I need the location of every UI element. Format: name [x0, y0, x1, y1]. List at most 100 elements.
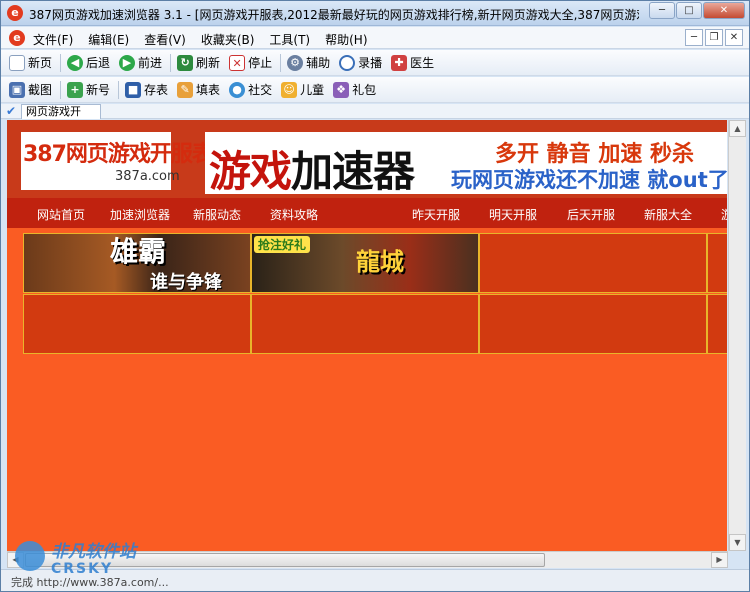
- toolbar-separator: [60, 80, 62, 99]
- title-bar[interactable]: e 387网页游戏加速浏览器 3.1 - [网页游戏开服表,2012最新最好玩的…: [1, 1, 749, 26]
- save-icon: ■: [125, 81, 142, 98]
- banner-headline-a: 游戏: [209, 147, 292, 196]
- children-button[interactable]: ☺ 儿童: [279, 81, 326, 98]
- new-page-label: 新页: [28, 56, 53, 70]
- game-slot-empty[interactable]: [707, 233, 727, 293]
- menu-edit[interactable]: 编辑(E): [88, 31, 129, 48]
- close-button[interactable]: ✕: [703, 2, 745, 19]
- menu-favorites[interactable]: 收藏夹(B): [201, 31, 255, 48]
- stop-button[interactable]: ✕ 停止: [227, 54, 274, 71]
- new-account-label: 新号: [86, 83, 111, 97]
- scroll-right-arrow-icon[interactable]: ▶: [711, 552, 728, 568]
- watermark: 非凡软件站 CRSKY: [7, 535, 157, 591]
- back-arrow-icon: ◀: [67, 54, 84, 71]
- accelerator-banner[interactable]: 游戏加速器 多开 静音 加速 秒杀 玩网页游戏还不加速 就out了: [205, 132, 727, 196]
- tools-toolbar: ▣ 截图 + 新号 ■ 存表 ✎ 填表 ● 社交 ☺ 儿童 ❖ 礼包: [1, 77, 749, 103]
- nav-new-servers[interactable]: 新服动态: [193, 206, 241, 223]
- menu-view[interactable]: 查看(V): [144, 31, 186, 48]
- toolbar-separator: [60, 53, 62, 72]
- refresh-icon: ↻: [177, 54, 194, 71]
- game-slot-empty[interactable]: [479, 233, 707, 293]
- fill-form-button[interactable]: ✎ 填表: [175, 81, 222, 98]
- tab-strip: ✔ 网页游戏开: [1, 104, 749, 119]
- logo-domain: 387a.com: [115, 169, 180, 184]
- nav-accelerator-browser[interactable]: 加速浏览器: [110, 206, 170, 223]
- page-viewport: 387网页游戏开服表 387a.com 游戏加速器 多开 静音 加速 秒杀 玩网…: [7, 120, 727, 551]
- menu-app-icon[interactable]: e: [9, 30, 25, 46]
- nav-day-after[interactable]: 后天开服: [567, 206, 615, 223]
- minimize-button[interactable]: ─: [649, 2, 675, 19]
- stop-label: 停止: [248, 56, 273, 70]
- banner-headline: 游戏加速器: [209, 138, 415, 199]
- gift-icon: ❖: [333, 81, 350, 98]
- banner-headline-b: 加速器: [291, 147, 415, 196]
- nav-tomorrow[interactable]: 明天开服: [489, 206, 537, 223]
- banner-slogan: 玩网页游戏还不加速 就out了: [451, 168, 727, 192]
- game-ad-xiongba[interactable]: 雄霸 谁与争锋: [23, 233, 251, 293]
- forward-arrow-icon: ▶: [119, 54, 136, 71]
- browser-window: e 387网页游戏加速浏览器 3.1 - [网页游戏开服表,2012最新最好玩的…: [0, 0, 750, 592]
- back-button[interactable]: ◀ 后退: [65, 54, 112, 71]
- game-ad-longcheng[interactable]: 抢注好礼 龍城: [251, 233, 479, 293]
- window-controls: ─ □ ✕: [648, 2, 745, 19]
- menu-tools[interactable]: 工具(T): [269, 31, 310, 48]
- new-account-button[interactable]: + 新号: [65, 81, 112, 98]
- game-subtitle: 谁与争锋: [150, 272, 222, 293]
- toolbar-separator: [280, 53, 282, 72]
- logo-title: 387网页游戏开服表: [23, 142, 214, 167]
- game-badge: 抢注好礼: [254, 236, 311, 253]
- gift-button[interactable]: ❖ 礼包: [331, 81, 378, 98]
- vertical-scrollbar[interactable]: ▲ ▼: [728, 120, 746, 551]
- doc-restore-button[interactable]: ❐: [705, 29, 723, 46]
- watermark-sub: CRSKY: [51, 561, 114, 577]
- record-button[interactable]: 录播: [337, 54, 384, 71]
- add-user-icon: +: [67, 81, 84, 98]
- gift-label: 礼包: [352, 83, 377, 97]
- children-label: 儿童: [300, 83, 325, 97]
- nav-home[interactable]: 网站首页: [37, 206, 85, 223]
- pencil-icon: ✎: [177, 81, 194, 98]
- assist-button[interactable]: ⚙ 辅助: [285, 54, 332, 71]
- refresh-button[interactable]: ↻ 刷新: [175, 54, 222, 71]
- doc-minimize-button[interactable]: ─: [685, 29, 703, 46]
- nav-guides[interactable]: 资料攻略: [270, 206, 318, 223]
- scroll-up-arrow-icon[interactable]: ▲: [729, 120, 746, 137]
- assist-label: 辅助: [306, 56, 331, 70]
- save-form-button[interactable]: ■ 存表: [123, 81, 170, 98]
- stop-icon: ✕: [229, 54, 246, 71]
- social-button[interactable]: ● 社交: [227, 81, 274, 98]
- site-logo[interactable]: 387网页游戏开服表 387a.com: [21, 132, 214, 190]
- game-slot-empty[interactable]: [707, 294, 727, 354]
- menu-file[interactable]: 文件(F): [33, 31, 73, 48]
- document-controls: ─ ❐ ✕: [683, 29, 743, 46]
- screenshot-icon: ▣: [9, 81, 25, 98]
- scroll-down-arrow-icon[interactable]: ▼: [729, 534, 746, 551]
- app-icon: e: [7, 5, 23, 21]
- forward-button[interactable]: ▶ 前进: [117, 54, 164, 71]
- doctor-button[interactable]: ✚ 医生: [389, 54, 436, 71]
- game-slot-empty[interactable]: [479, 294, 707, 354]
- game-title: 雄霸: [110, 235, 167, 268]
- menu-help[interactable]: 帮助(H): [325, 31, 367, 48]
- doctor-icon: ✚: [391, 54, 408, 71]
- doc-close-button[interactable]: ✕: [725, 29, 743, 46]
- maximize-button[interactable]: □: [676, 2, 702, 19]
- window-title: 387网页游戏加速浏览器 3.1 - [网页游戏开服表,2012最新最好玩的网页…: [29, 8, 639, 22]
- toolbar-separator: [170, 53, 172, 72]
- nav-games[interactable]: 游: [721, 206, 727, 223]
- record-label: 录播: [358, 56, 383, 70]
- toolbar-separator: [118, 80, 120, 99]
- game-slot-empty[interactable]: [23, 294, 251, 354]
- tab-active-page[interactable]: 网页游戏开: [21, 104, 101, 119]
- new-page-button[interactable]: 新页: [7, 54, 54, 71]
- child-icon: ☺: [281, 81, 298, 98]
- menu-items: 文件(F) 编辑(E) 查看(V) 收藏夹(B) 工具(T) 帮助(H): [33, 31, 383, 48]
- game-slot-empty[interactable]: [251, 294, 479, 354]
- nav-all-new-servers[interactable]: 新服大全: [644, 206, 692, 223]
- forward-label: 前进: [138, 56, 163, 70]
- screenshot-button[interactable]: ▣ 截图: [7, 81, 54, 98]
- save-form-label: 存表: [144, 83, 169, 97]
- screenshot-label: 截图: [28, 83, 53, 97]
- refresh-label: 刷新: [196, 56, 221, 70]
- nav-yesterday[interactable]: 昨天开服: [412, 206, 460, 223]
